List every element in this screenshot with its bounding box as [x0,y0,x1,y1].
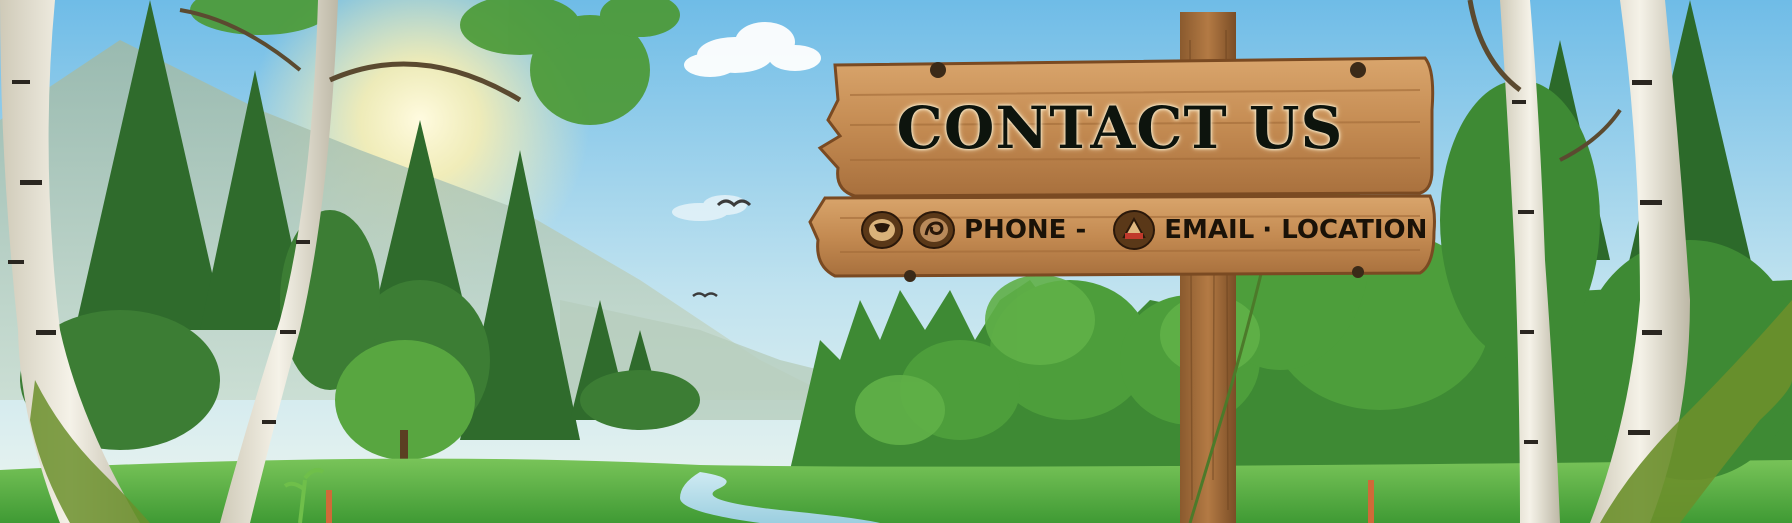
phone-icon [860,209,904,251]
landscape-illustration [0,0,1792,523]
location-label[interactable]: · LOCATION [1262,215,1427,245]
sign-title: CONTACT US [896,94,1344,162]
phone-icon [912,209,956,251]
contact-banner-scene: CONTACT US PHONE - EMAIL · LOCATION [0,0,1792,523]
email-icon [1112,209,1156,251]
sign-contact-options: PHONE - EMAIL · LOCATION [860,206,1427,254]
email-label[interactable]: EMAIL [1164,215,1254,245]
phone-label[interactable]: PHONE - [964,215,1086,245]
